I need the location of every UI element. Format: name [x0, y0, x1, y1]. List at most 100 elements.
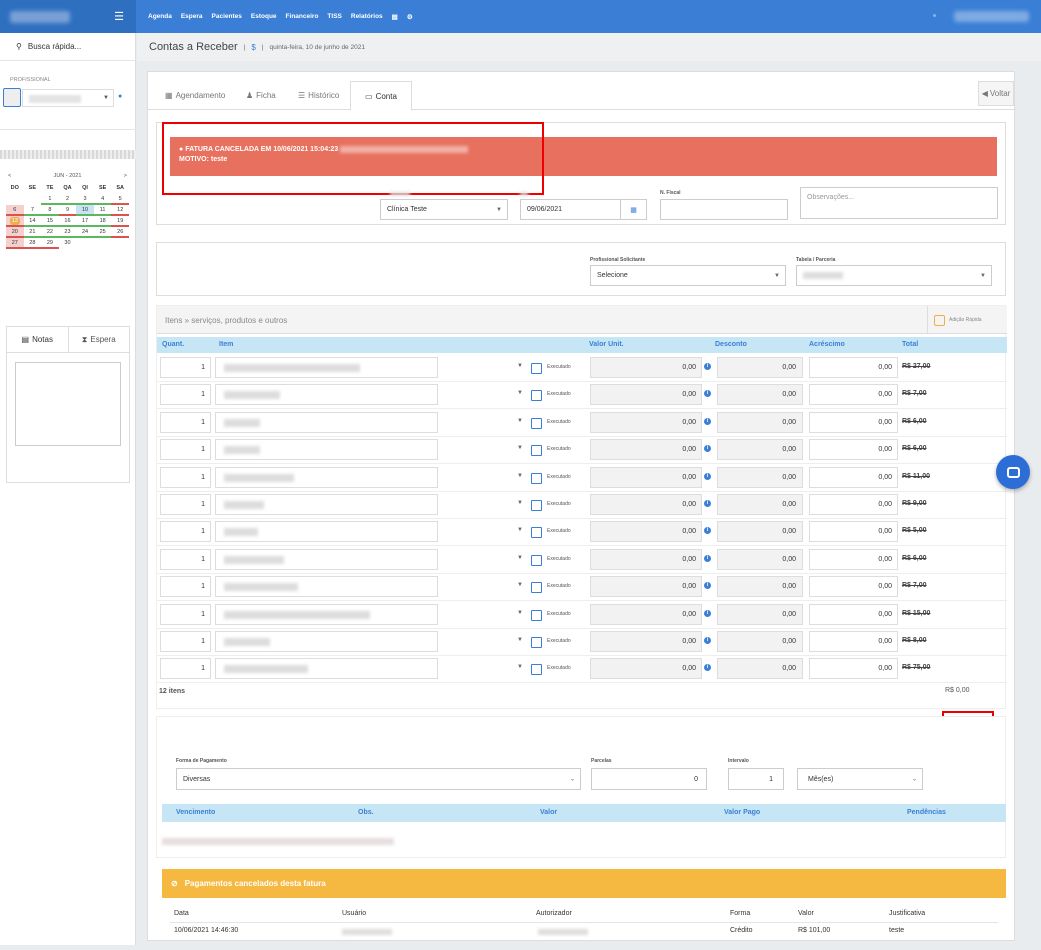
item-select[interactable] [215, 521, 438, 543]
calendar-day[interactable]: 15 [41, 216, 59, 227]
calendar-day[interactable]: 8 [41, 205, 59, 216]
notification-dot[interactable] [933, 14, 936, 17]
notes-textarea[interactable] [15, 362, 121, 446]
quantity-input[interactable]: 1 [160, 494, 211, 515]
executado-checkbox[interactable] [531, 500, 542, 511]
gear-icon[interactable]: ⚙ [407, 13, 413, 21]
item-select[interactable] [215, 384, 438, 406]
periodo-select[interactable]: Mês(es) ⌄ [797, 768, 923, 790]
chat-widget-button[interactable] [996, 455, 1030, 489]
nav-estoque[interactable]: Estoque [251, 13, 277, 21]
tab-ficha[interactable]: ♟ Ficha [246, 81, 276, 110]
executado-checkbox[interactable] [531, 417, 542, 429]
info-icon[interactable]: i [704, 527, 711, 535]
executado-checkbox[interactable] [531, 527, 542, 539]
app-logo[interactable]: ☰ [0, 0, 136, 33]
tab-conta[interactable]: ▭ Conta [350, 81, 412, 111]
chevron-down-icon[interactable]: ▼ [517, 473, 523, 479]
quantity-input[interactable]: 1 [160, 658, 211, 680]
calendar-day[interactable]: 17 [76, 216, 94, 227]
acrescimo-input[interactable]: 0,00 [809, 548, 898, 570]
item-select[interactable] [215, 411, 438, 433]
executado-checkbox[interactable] [531, 582, 542, 594]
quantity-input[interactable]: 1 [160, 521, 211, 543]
calendar-day[interactable]: 11 [93, 205, 112, 216]
calendar-day[interactable]: 28 [23, 238, 42, 249]
acrescimo-input[interactable]: 0,00 [809, 466, 898, 488]
quick-add-checkbox[interactable] [934, 314, 945, 326]
calendar-day[interactable]: 25 [93, 227, 112, 238]
tab-espera[interactable]: ⧗ Espera [69, 327, 130, 352]
quantity-input[interactable]: 1 [160, 439, 211, 461]
acrescimo-input[interactable]: 0,00 [809, 384, 898, 406]
chevron-down-icon[interactable]: ▼ [517, 527, 523, 533]
parcelas-input[interactable]: 0 [591, 768, 707, 790]
calendar-day[interactable]: 6 [6, 205, 24, 216]
item-select[interactable] [215, 658, 438, 680]
info-icon[interactable]: i [704, 554, 711, 562]
executado-checkbox[interactable] [531, 637, 542, 648]
executado-checkbox[interactable] [531, 363, 542, 374]
item-select[interactable] [215, 548, 438, 570]
calendar-day[interactable]: 16 [58, 216, 77, 227]
executado-checkbox[interactable] [531, 472, 542, 484]
nav-relatorios[interactable]: Relatórios [351, 13, 383, 21]
calendar-day[interactable]: 24 [76, 227, 94, 238]
calendar-day[interactable]: 14 [23, 216, 42, 227]
quantity-input[interactable]: 1 [160, 466, 211, 488]
chevron-down-icon[interactable]: ▼ [517, 555, 523, 561]
chevron-down-icon[interactable]: ▼ [517, 363, 523, 369]
nav-agenda[interactable]: Agenda [148, 13, 172, 21]
back-button[interactable]: ◀ Voltar [978, 81, 1014, 106]
calendar-day[interactable]: 29 [41, 238, 59, 249]
user-menu[interactable] [954, 11, 1029, 22]
executado-checkbox[interactable] [531, 664, 542, 676]
calendar-day[interactable]: 26 [111, 227, 129, 238]
item-select[interactable] [215, 494, 438, 515]
chevron-down-icon[interactable]: ▼ [517, 500, 523, 506]
executado-checkbox[interactable] [531, 445, 542, 457]
calendar-day[interactable]: 23 [58, 227, 77, 238]
nav-pacientes[interactable]: Pacientes [212, 13, 242, 21]
quantity-input[interactable]: 1 [160, 384, 211, 406]
calendar-day[interactable]: 13 [6, 216, 24, 227]
quick-add-toggle[interactable]: Adição Rápida [927, 306, 1007, 334]
chevron-down-icon[interactable]: ▼ [517, 418, 523, 424]
item-select[interactable] [215, 357, 438, 378]
prof-solic-select[interactable]: Selecione ▼ [590, 265, 786, 286]
nav-espera[interactable]: Espera [181, 13, 203, 21]
info-icon[interactable]: i [704, 390, 711, 398]
chevron-down-icon[interactable]: ▼ [517, 610, 523, 616]
professional-select[interactable]: ▼ [22, 89, 114, 107]
hamburger-menu-icon[interactable]: ☰ [114, 10, 124, 23]
quick-search[interactable]: ⚲ Busca rápida... [0, 33, 135, 61]
item-select[interactable] [215, 631, 438, 652]
document-icon[interactable]: ▤ [392, 13, 398, 21]
item-select[interactable] [215, 439, 438, 461]
info-icon[interactable]: i [704, 500, 711, 507]
item-select[interactable] [215, 576, 438, 598]
calendar-day[interactable]: 19 [111, 216, 129, 227]
calendar-day[interactable]: 18 [93, 216, 112, 227]
calendar-day[interactable]: 30 [59, 238, 77, 249]
tab-historico[interactable]: ☰ Histórico [298, 81, 339, 110]
acrescimo-input[interactable]: 0,00 [809, 439, 898, 461]
quantity-input[interactable]: 1 [160, 631, 211, 652]
acrescimo-input[interactable]: 0,00 [809, 411, 898, 433]
quantity-input[interactable]: 1 [160, 576, 211, 598]
info-icon[interactable]: i [704, 472, 711, 480]
info-icon[interactable]: ● [118, 93, 122, 100]
calendar-day[interactable]: 9 [58, 205, 77, 216]
chevron-down-icon[interactable]: ▼ [517, 390, 523, 396]
quantity-input[interactable]: 1 [160, 603, 211, 625]
calendar-day[interactable]: 12 [111, 205, 129, 216]
quantity-input[interactable]: 1 [160, 411, 211, 433]
calendar-day[interactable]: 21 [23, 227, 42, 238]
chevron-down-icon[interactable]: ▼ [517, 664, 523, 670]
item-select[interactable] [215, 466, 438, 488]
chevron-down-icon[interactable]: ▼ [517, 637, 523, 643]
quantity-input[interactable]: 1 [160, 357, 211, 378]
calendar-day[interactable]: 7 [23, 205, 42, 216]
calendar-day[interactable]: 1 [41, 194, 59, 205]
calendar-day[interactable]: 27 [6, 238, 24, 249]
